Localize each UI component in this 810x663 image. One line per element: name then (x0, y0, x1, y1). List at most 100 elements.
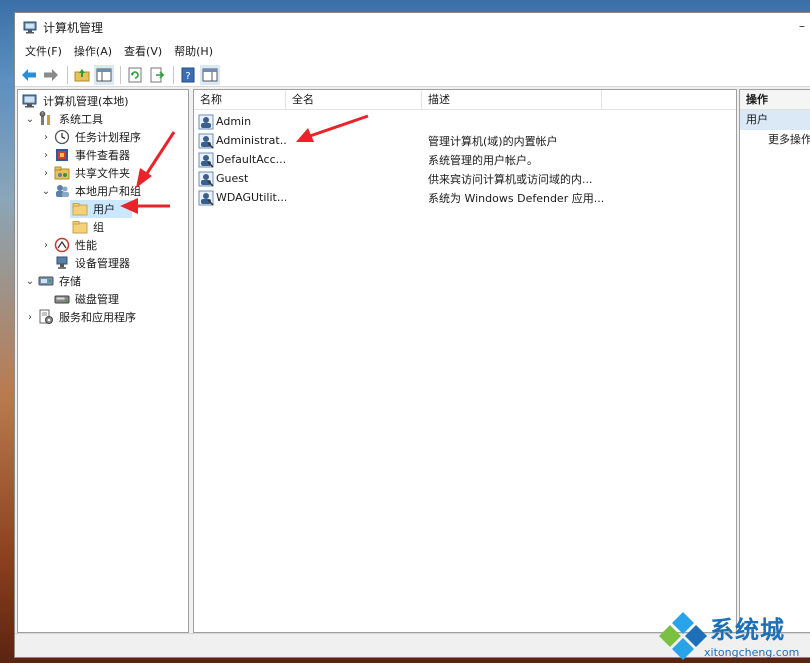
tree-item-local-users-groups[interactable]: ⌄ 本地用户和组 (40, 182, 143, 200)
user-description: 系统为 Windows Defender 应用... (428, 191, 605, 205)
column-header-fullname[interactable]: 全名 (286, 90, 422, 109)
refresh-icon (128, 67, 142, 82)
event-viewer-icon (56, 149, 68, 161)
storage-icon (38, 276, 54, 286)
menu-file[interactable]: 文件(F) (19, 41, 68, 63)
user-name: Guest (216, 172, 249, 185)
tree-label: 本地用户和组 (75, 185, 141, 198)
forward-arrow-icon (44, 68, 58, 81)
toolbar-separator (173, 65, 174, 84)
tree-label: 计算机管理(本地) (43, 95, 129, 108)
user-icon (198, 133, 214, 149)
tree-item-groups[interactable]: 组 (70, 218, 106, 236)
menu-bar: 文件(F) 操作(A) 查看(V) 帮助(H) (15, 41, 810, 63)
performance-icon (54, 237, 70, 253)
chevron-right-icon[interactable]: › (40, 167, 52, 179)
chevron-down-icon[interactable]: ⌄ (24, 275, 36, 287)
minimize-button[interactable]: – (799, 19, 810, 33)
tree-label: 磁盘管理 (75, 293, 119, 306)
user-icon (198, 152, 214, 168)
chevron-right-icon[interactable]: › (40, 149, 52, 161)
table-row[interactable]: Administrat... 管理计算机(域)的内置帐户 (194, 131, 736, 150)
tree-label: 性能 (75, 239, 97, 252)
system-tools-icon (39, 111, 50, 125)
user-name: WDAGUtilit... (216, 191, 286, 204)
shared-folder-icon (54, 166, 70, 180)
user-description: 系统管理的用户帐户。 (428, 153, 538, 167)
tree-item-disk-management[interactable]: 磁盘管理 (52, 290, 121, 308)
refresh-button[interactable] (125, 65, 145, 85)
tree-label: 系统工具 (59, 113, 103, 126)
user-name: DefaultAcc... (216, 153, 286, 166)
tree-label: 任务计划程序 (75, 131, 141, 144)
tree-item-services-apps[interactable]: › 服务和应用程序 (24, 308, 138, 326)
more-actions-link[interactable]: 更多操作 (740, 130, 810, 150)
computer-management-window: 计算机管理 – 文件(F) 操作(A) 查看(V) 帮助(H) ? 计算机管理(… (14, 12, 810, 658)
table-row[interactable]: WDAGUtilit... 系统为 Windows Defender 应用... (194, 188, 736, 207)
forward-button[interactable] (41, 65, 61, 85)
chevron-right-icon[interactable]: › (40, 131, 52, 143)
user-icon (198, 190, 214, 206)
table-row[interactable]: DefaultAcc... 系统管理的用户帐户。 (194, 150, 736, 169)
menu-action[interactable]: 操作(A) (68, 41, 118, 63)
diamond-logo-icon (659, 612, 707, 660)
tree-item-device-manager[interactable]: 设备管理器 (52, 254, 132, 272)
services-icon (39, 309, 53, 324)
back-arrow-icon (22, 68, 36, 81)
user-list-pane[interactable]: 名称 全名 描述 Admin Administrat... 管理计算机(域)的内… (193, 89, 737, 633)
window-title: 计算机管理 (43, 20, 104, 35)
tree-item-storage[interactable]: ⌄ 存储 (24, 272, 83, 290)
action-section-users[interactable]: 用户 (740, 110, 810, 130)
tree-item-computer-management[interactable]: 计算机管理(本地) (20, 92, 131, 110)
tree-label: 用户 (91, 200, 117, 218)
user-name: Admin (216, 115, 252, 128)
chevron-right-icon[interactable]: › (24, 311, 36, 323)
help-icon: ? (181, 67, 195, 82)
user-description: 供来宾访问计算机或访问域的内... (428, 172, 593, 186)
main-panes: 计算机管理(本地) ⌄ 系统工具 › 任务计划程序 › 事件查看器 › 共享文件… (15, 89, 810, 633)
tree-item-task-scheduler[interactable]: › 任务计划程序 (40, 128, 143, 146)
table-row[interactable]: Guest 供来宾访问计算机或访问域的内... (194, 169, 736, 188)
export-list-button[interactable] (147, 65, 167, 85)
users-group-icon (56, 185, 69, 197)
action-pane: 操作 用户 更多操作 (739, 89, 810, 633)
toolbar: ? (15, 63, 810, 87)
tree-label: 共享文件夹 (75, 167, 130, 180)
chevron-right-icon[interactable]: › (40, 239, 52, 251)
computer-management-icon (23, 21, 37, 34)
tree-item-shared-folders[interactable]: › 共享文件夹 (40, 164, 132, 182)
column-header-description[interactable]: 描述 (422, 90, 602, 109)
tree-item-event-viewer[interactable]: › 事件查看器 (40, 146, 132, 164)
show-hide-tree-button[interactable] (94, 64, 114, 85)
svg-text:?: ? (185, 71, 190, 82)
menu-view[interactable]: 查看(V) (118, 41, 168, 63)
user-icon (198, 114, 214, 129)
show-action-pane-icon (202, 68, 218, 81)
chevron-down-icon[interactable]: ⌄ (40, 185, 52, 197)
watermark-logo: 系统城 xitongcheng.com (656, 608, 810, 663)
tree-item-system-tools[interactable]: ⌄ 系统工具 (24, 110, 105, 128)
watermark-brand: 系统城 (710, 616, 785, 644)
tree-label: 服务和应用程序 (59, 311, 136, 324)
toolbar-separator (120, 65, 121, 84)
chevron-down-icon[interactable]: ⌄ (24, 113, 36, 125)
column-header-name[interactable]: 名称 (194, 90, 286, 109)
up-one-level-button[interactable] (72, 65, 92, 85)
disk-icon (54, 295, 70, 304)
action-pane-header: 操作 (740, 90, 810, 110)
tree-label: 事件查看器 (75, 149, 130, 162)
console-tree-pane[interactable]: 计算机管理(本地) ⌄ 系统工具 › 任务计划程序 › 事件查看器 › 共享文件… (17, 89, 189, 633)
tree-item-users[interactable]: 用户 (70, 200, 132, 218)
user-icon (198, 171, 214, 187)
menu-help[interactable]: 帮助(H) (168, 41, 219, 63)
table-row[interactable]: Admin (194, 112, 736, 131)
tree-item-performance[interactable]: › 性能 (40, 236, 99, 254)
title-bar[interactable]: 计算机管理 – (15, 13, 810, 41)
tree-label: 存储 (59, 275, 81, 288)
tree-label: 设备管理器 (75, 257, 130, 270)
back-button[interactable] (19, 65, 39, 85)
show-action-pane-button[interactable] (200, 64, 220, 85)
tree-label: 组 (93, 221, 104, 234)
help-button[interactable]: ? (178, 65, 198, 85)
watermark-site: xitongcheng.com (704, 646, 800, 659)
